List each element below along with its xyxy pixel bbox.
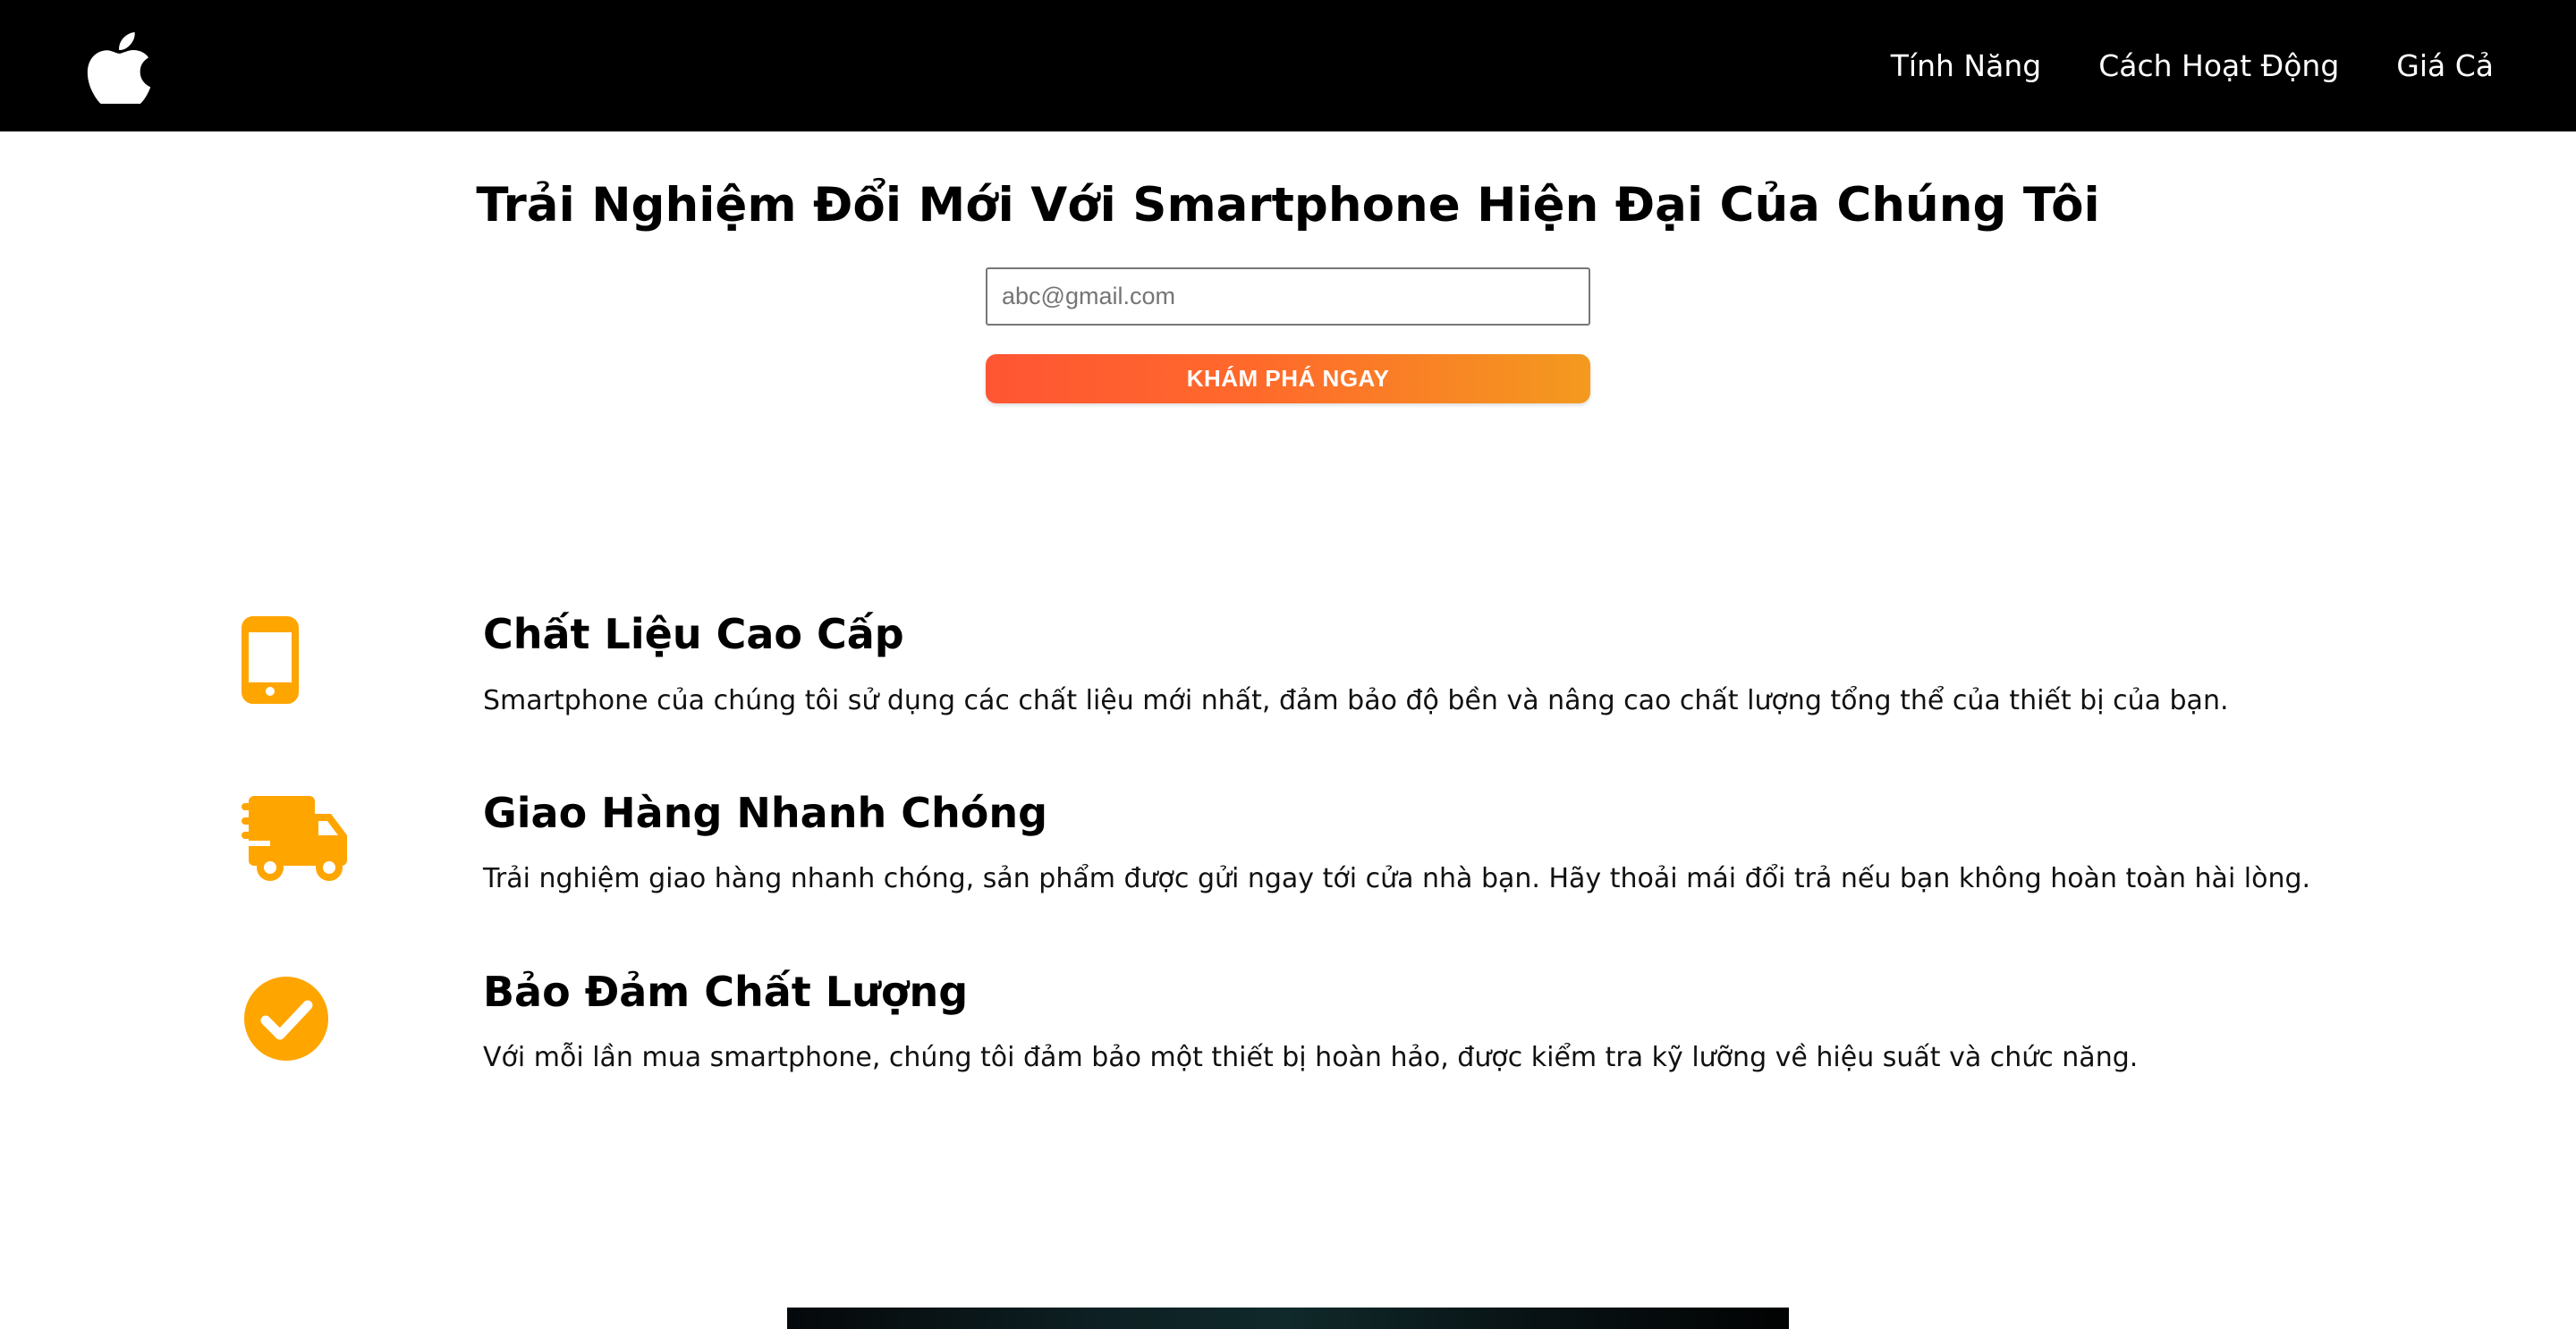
nav-link-pricing[interactable]: Giá Cả bbox=[2396, 48, 2494, 83]
check-circle-icon bbox=[244, 977, 328, 1061]
feature-desc-materials: Smartphone của chúng tôi sử dụng các chấ… bbox=[483, 685, 2229, 716]
feature-desc-quality: Với mỗi lần mua smartphone, chúng tôi đả… bbox=[483, 1042, 2139, 1073]
feature-title-quality: Bảo Đảm Chất Lượng bbox=[483, 968, 969, 1016]
email-input[interactable] bbox=[986, 267, 1590, 326]
feature-desc-fast-delivery: Trải nghiệm giao hàng nhanh chóng, sản p… bbox=[483, 863, 2311, 894]
hero-title: Trải Nghiệm Đổi Mới Với Smartphone Hiện … bbox=[476, 178, 2100, 233]
main-nav: Tính Năng Cách Hoạt Động Giá Cả bbox=[1891, 0, 2494, 131]
nav-link-features[interactable]: Tính Năng bbox=[1891, 48, 2041, 83]
feature-title-materials: Chất Liệu Cao Cấp bbox=[483, 610, 904, 658]
fast-delivery-truck-icon bbox=[242, 796, 347, 881]
explore-now-button[interactable]: KHÁM PHÁ NGAY bbox=[986, 354, 1590, 403]
mobile-phone-icon bbox=[242, 616, 299, 704]
navbar: Tính Năng Cách Hoạt Động Giá Cả bbox=[0, 0, 2576, 131]
product-video-preview[interactable] bbox=[787, 1308, 1789, 1329]
feature-title-fast-delivery: Giao Hàng Nhanh Chóng bbox=[483, 789, 1047, 837]
apple-logo-icon[interactable] bbox=[87, 27, 151, 104]
nav-link-how-it-works[interactable]: Cách Hoạt Động bbox=[2098, 48, 2339, 83]
